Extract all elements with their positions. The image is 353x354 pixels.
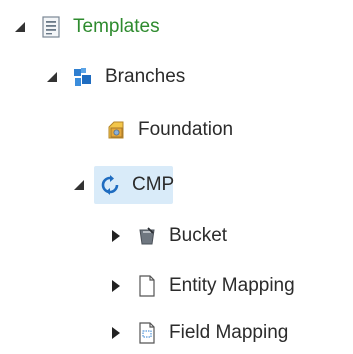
tree-node-entity-mapping[interactable]: Entity Mapping bbox=[109, 266, 295, 306]
expanded-arrow-icon[interactable] bbox=[45, 70, 59, 84]
tree-node-label: CMP bbox=[132, 174, 175, 195]
tree-node-branches[interactable]: Branches bbox=[45, 57, 185, 97]
tree-node-label: Foundation bbox=[138, 119, 234, 140]
tree-node-bucket[interactable]: Bucket bbox=[109, 216, 227, 256]
branches-icon bbox=[71, 65, 95, 89]
cmp-sync-icon bbox=[98, 173, 122, 197]
tree-node-label: Templates bbox=[73, 16, 160, 37]
expanded-arrow-icon[interactable] bbox=[13, 20, 27, 34]
tree-node-templates[interactable]: Templates bbox=[13, 7, 160, 47]
tree-node-label: Bucket bbox=[169, 225, 228, 246]
tree-node-cmp[interactable]: CMP bbox=[72, 165, 174, 205]
templates-icon bbox=[39, 15, 63, 39]
document-icon bbox=[135, 274, 159, 298]
expanded-arrow-icon[interactable] bbox=[72, 178, 86, 192]
bucket-icon bbox=[135, 224, 159, 248]
collapsed-arrow-icon[interactable] bbox=[109, 279, 123, 293]
tree-node-field-mapping[interactable]: Field Mapping bbox=[109, 313, 288, 353]
tree-node-foundation[interactable]: Foundation bbox=[104, 110, 233, 150]
tree-node-label: Branches bbox=[105, 66, 186, 87]
tree-node-label: Field Mapping bbox=[169, 322, 289, 343]
collapsed-arrow-icon[interactable] bbox=[109, 326, 123, 340]
content-tree: Templates Branches Foundation CMP Bucket… bbox=[0, 0, 353, 354]
field-document-icon bbox=[135, 321, 159, 345]
collapsed-arrow-icon[interactable] bbox=[109, 229, 123, 243]
foundation-icon bbox=[104, 118, 128, 142]
tree-node-label: Entity Mapping bbox=[169, 275, 295, 296]
